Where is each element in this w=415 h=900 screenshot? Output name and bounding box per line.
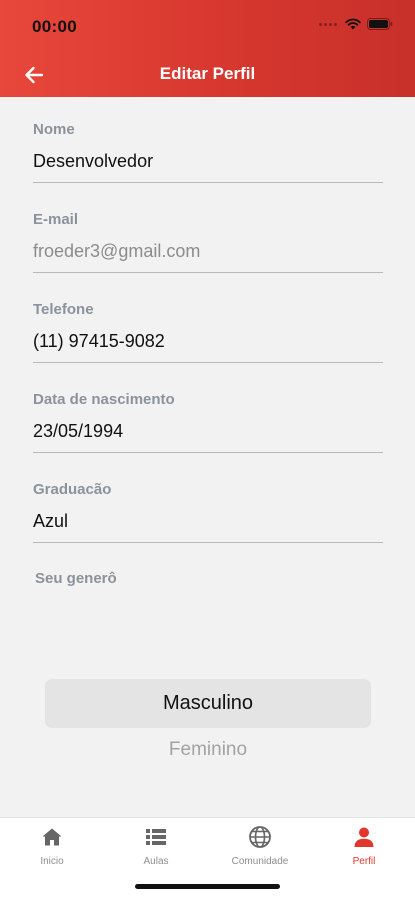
home-indicator (135, 884, 280, 889)
field-label: Graduacão (33, 481, 112, 498)
graduation-input[interactable] (33, 508, 383, 543)
field-phone: Telefone (33, 298, 383, 388)
field-label: E-mail (33, 211, 79, 228)
gender-label: Seu generô (35, 570, 117, 587)
field-label: Data de nascimento (33, 391, 175, 408)
status-time: 00:00 (32, 17, 77, 36)
field-name: Nome (33, 118, 383, 208)
tab-inicio[interactable]: Inicio (0, 818, 104, 878)
page-title: Editar Perfil (159, 64, 256, 83)
tab-comunidade[interactable]: Comunidade (208, 818, 312, 878)
tab-label: Comunidade (231, 856, 289, 867)
field-email: E-mail (33, 208, 383, 298)
tab-perfil[interactable]: Perfil (312, 818, 415, 878)
field-label: Nome (33, 121, 75, 138)
globe-icon (249, 826, 271, 848)
gender-option[interactable]: Feminino (45, 728, 371, 772)
profile-form: Nome E-mail Telefone Data de nascimento … (33, 118, 383, 568)
battery-icon (367, 18, 393, 30)
signal-icon (319, 22, 337, 26)
tab-aulas[interactable]: Aulas (104, 818, 208, 878)
header-bar: 00:00 Editar Perfil (0, 0, 415, 97)
name-input[interactable] (33, 148, 383, 183)
field-label: Telefone (33, 301, 94, 318)
birthdate-input[interactable] (33, 418, 383, 453)
phone-input[interactable] (33, 328, 383, 363)
tab-label: Aulas (143, 856, 169, 867)
tab-label: Perfil (352, 856, 376, 867)
wifi-icon (345, 18, 361, 30)
email-input[interactable] (33, 238, 383, 273)
home-icon (42, 828, 62, 846)
tab-label: Inicio (40, 856, 64, 867)
gender-picker[interactable]: Masculino Feminino (45, 679, 371, 772)
gender-option-selected[interactable]: Masculino (45, 679, 371, 728)
status-indicators (319, 18, 393, 30)
user-icon (354, 827, 374, 847)
field-graduation: Graduacão (33, 478, 383, 568)
list-icon (146, 829, 166, 845)
field-birthdate: Data de nascimento (33, 388, 383, 478)
